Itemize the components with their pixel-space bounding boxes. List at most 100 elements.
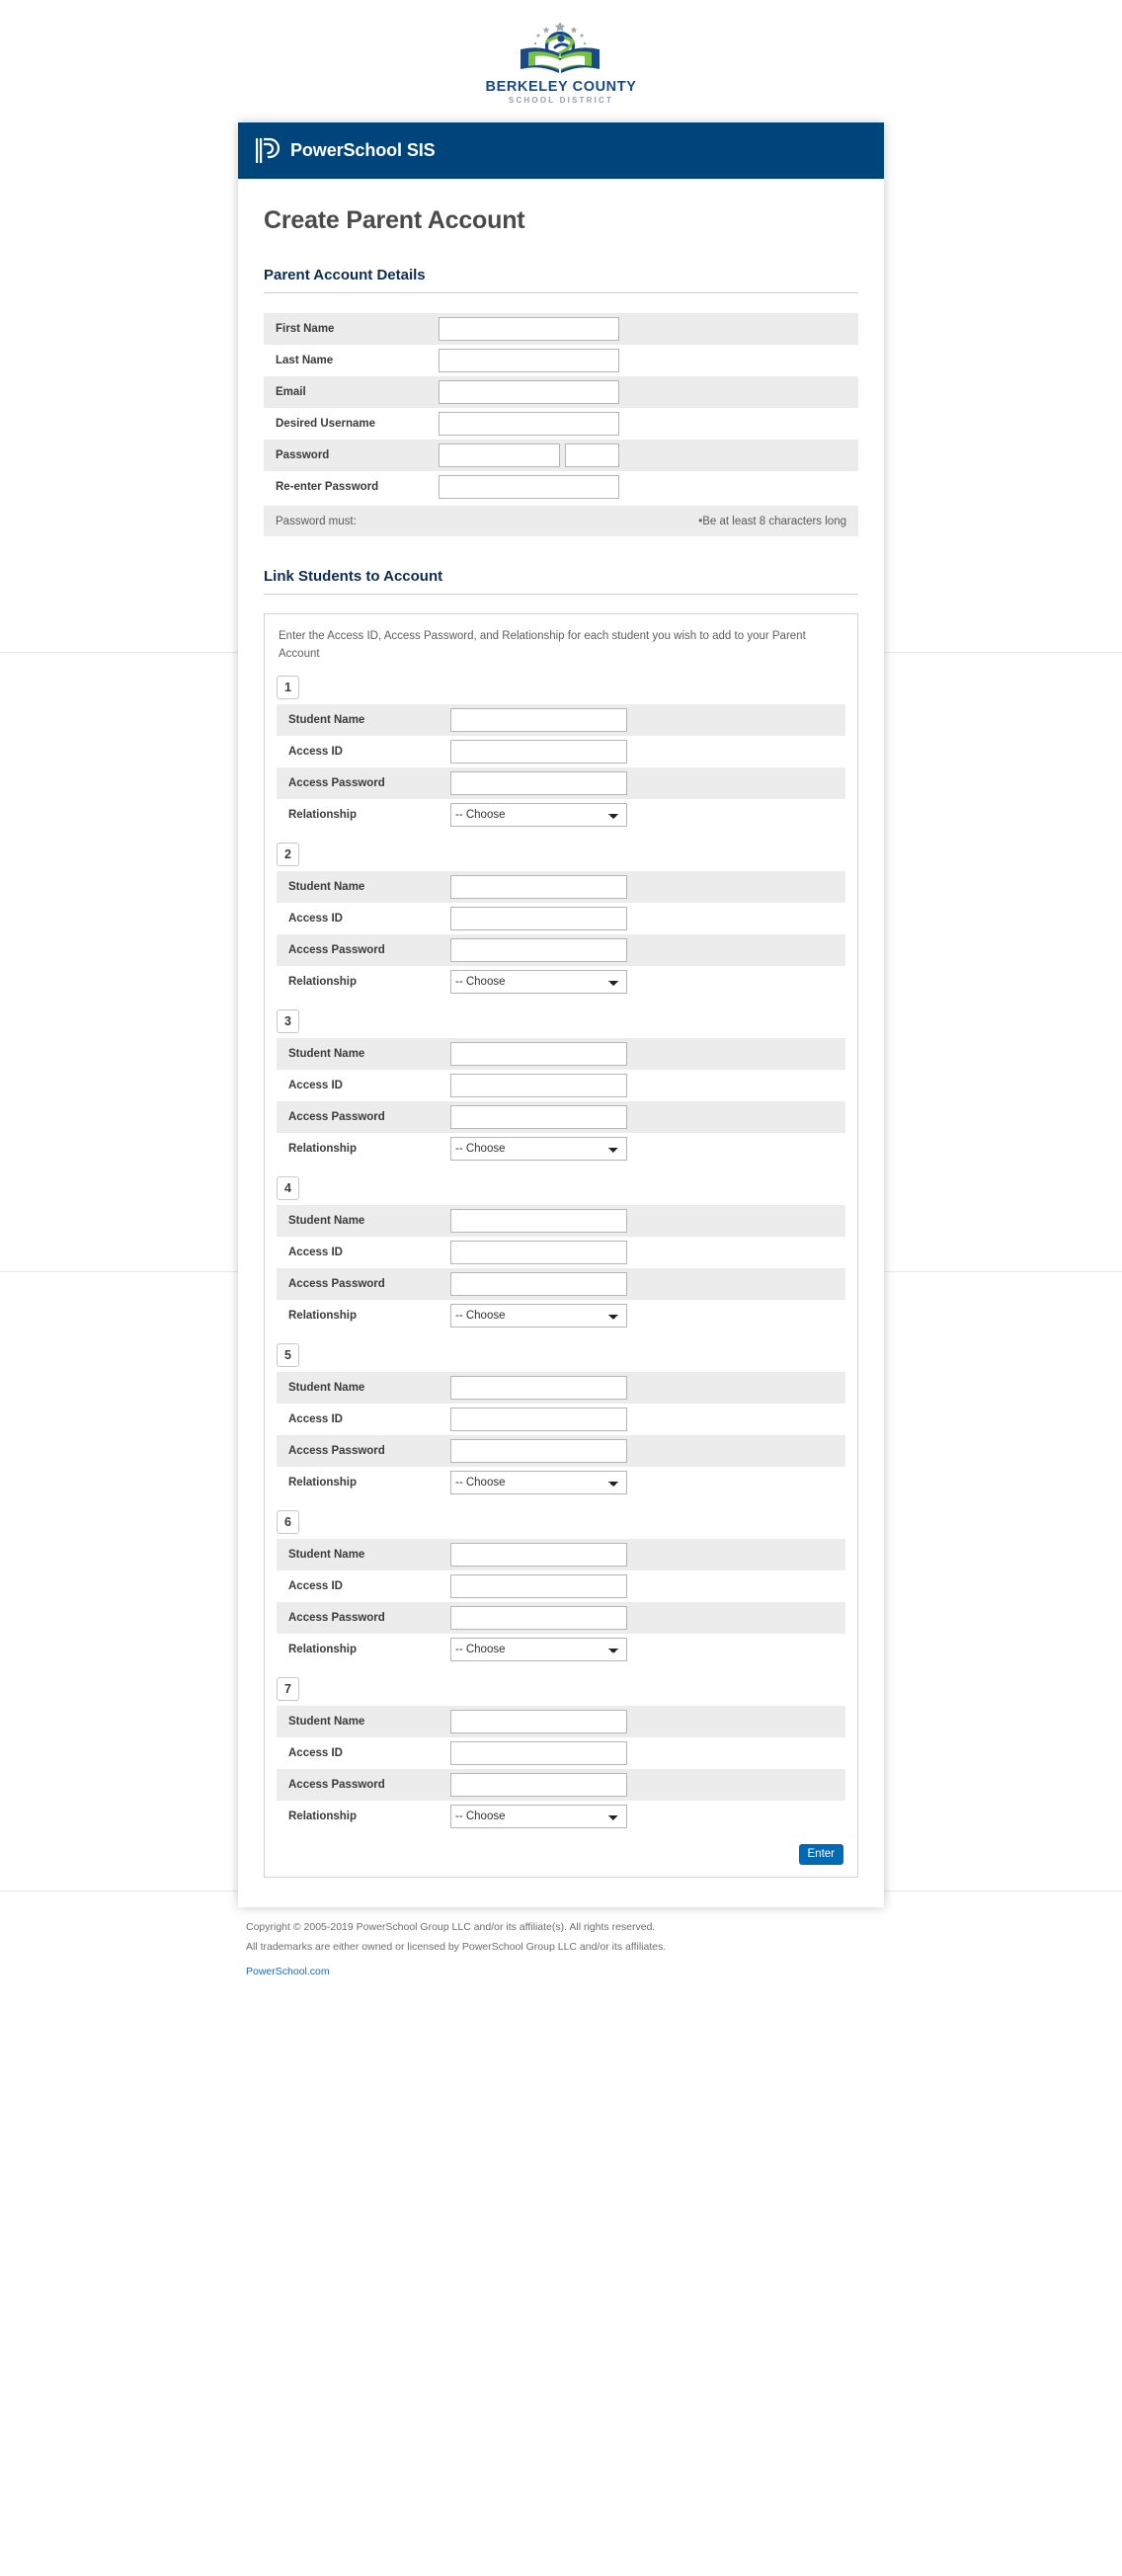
access-password-input[interactable] (450, 937, 627, 962)
first-name-input[interactable] (439, 317, 619, 341)
label-access-id: Access ID (288, 745, 343, 758)
relationship-select[interactable]: -- Choose (450, 1470, 627, 1494)
student-number-badge: 2 (277, 842, 299, 866)
control-student-name (450, 1372, 845, 1404)
field-row-student-name: Student Name (277, 1037, 845, 1070)
control-access-password (450, 934, 845, 966)
field-row-first-name: First Name (264, 313, 858, 345)
field-row-access-id: Access ID (277, 1070, 845, 1101)
field-row-access-password: Access Password (277, 1601, 845, 1634)
desired-username-input[interactable] (439, 412, 619, 436)
control-access-password (450, 1435, 845, 1467)
access-id-input[interactable] (450, 1740, 627, 1765)
link-students-panel: Enter the Access ID, Access Password, an… (264, 613, 858, 1878)
student-number-badge: 6 (277, 1509, 299, 1534)
password-requirements: Password must: •Be at least 8 characters… (264, 506, 858, 536)
relationship-select[interactable]: -- Choose (450, 1303, 627, 1328)
access-id-input[interactable] (450, 739, 627, 764)
district-logo: BERKELEY COUNTY SCHOOL DISTRICT (472, 20, 650, 105)
last-name-input[interactable] (439, 349, 619, 372)
powerschool-link[interactable]: PowerSchool.com (246, 1966, 330, 1977)
relationship-select[interactable]: -- Choose (450, 802, 627, 827)
label-student-name: Student Name (288, 1715, 365, 1728)
link-students-section-title: Link Students to Account (264, 568, 858, 595)
student-name-input[interactable] (450, 1208, 627, 1233)
field-row-access-password: Access Password (277, 933, 845, 966)
control-relationship: -- Choose (450, 1634, 845, 1665)
access-password-input[interactable] (450, 1271, 627, 1296)
access-id-input[interactable] (450, 1240, 627, 1264)
field-row-desired-username: Desired Username (264, 408, 858, 440)
field-row-access-password: Access Password (277, 1768, 845, 1801)
label-access-id: Access ID (288, 1746, 343, 1759)
page-root: BERKELEY COUNTY SCHOOL DISTRICT PowerSch… (0, 0, 1122, 2576)
student-block: 2 Student Name Access ID Access Password Rel… (277, 842, 845, 998)
students-container: 1 Student Name Access ID Access Password Rel… (277, 675, 845, 1832)
access-password-input[interactable] (450, 1605, 627, 1630)
label-desired-username: Desired Username (276, 418, 375, 430)
submit-row: Enter (277, 1843, 845, 1865)
field-row-access-password: Access Password (277, 766, 845, 799)
control-student-name (450, 1038, 845, 1070)
label-access-password: Access Password (288, 1778, 385, 1791)
access-password-input[interactable] (450, 1438, 627, 1463)
card-body: Create Parent Account Parent Account Det… (238, 179, 884, 1907)
label-access-password: Access Password (288, 776, 385, 789)
footer-trademarks: All trademarks are either owned or licen… (246, 1941, 667, 1954)
field-row-reenter-password: Re-enter Password (264, 471, 858, 503)
field-row-relationship: Relationship -- Choose (277, 799, 845, 831)
powerschool-header: PowerSchool SIS (238, 122, 884, 179)
student-name-input[interactable] (450, 1375, 627, 1400)
student-block: 7 Student Name Access ID Access Password Rel… (277, 1676, 845, 1832)
password-input[interactable] (439, 443, 560, 467)
password-requirement-item: •Be at least 8 characters long (698, 515, 846, 527)
control-relationship: -- Choose (450, 1300, 845, 1331)
field-row-access-id: Access ID (277, 1570, 845, 1602)
control-student-name (450, 704, 845, 736)
access-id-input[interactable] (450, 1573, 627, 1598)
powerschool-logo-icon (256, 137, 280, 163)
label-access-id: Access ID (288, 1246, 343, 1258)
link-students-intro: Enter the Access ID, Access Password, an… (279, 630, 806, 660)
access-id-input[interactable] (450, 906, 627, 930)
student-number-badge: 3 (277, 1008, 299, 1033)
parent-account-section-title: Parent Account Details (264, 267, 858, 293)
student-name-input[interactable] (450, 707, 627, 732)
field-row-student-name: Student Name (277, 1538, 845, 1570)
relationship-select[interactable]: -- Choose (450, 1804, 627, 1828)
page-title: Create Parent Account (264, 206, 525, 234)
access-password-input[interactable] (450, 1772, 627, 1797)
label-student-name: Student Name (288, 1047, 365, 1060)
enter-button[interactable]: Enter (798, 1843, 843, 1865)
student-name-input[interactable] (450, 1709, 627, 1733)
control-email (439, 376, 858, 408)
control-access-password (450, 1268, 845, 1300)
relationship-select[interactable]: -- Choose (450, 969, 627, 994)
field-row-last-name: Last Name (264, 345, 858, 376)
field-row-relationship: Relationship -- Choose (277, 1133, 845, 1165)
district-logo-name: BERKELEY COUNTY (485, 79, 637, 95)
label-relationship: Relationship (288, 1643, 358, 1655)
label-access-password: Access Password (288, 1444, 385, 1457)
label-access-password: Access Password (288, 1611, 385, 1624)
control-desired-username (439, 408, 858, 440)
field-row-relationship: Relationship -- Choose (277, 966, 845, 998)
control-access-id (450, 1404, 845, 1435)
student-name-input[interactable] (450, 1041, 627, 1066)
field-row-access-password: Access Password (277, 1267, 845, 1300)
email-input[interactable] (439, 380, 619, 404)
access-password-input[interactable] (450, 1104, 627, 1129)
student-name-input[interactable] (450, 874, 627, 899)
district-logo-subtitle: SCHOOL DISTRICT (508, 96, 614, 105)
access-password-input[interactable] (450, 770, 627, 795)
field-row-relationship: Relationship -- Choose (277, 1634, 845, 1665)
access-id-input[interactable] (450, 1407, 627, 1431)
relationship-select[interactable]: -- Choose (450, 1136, 627, 1161)
reenter-password-input[interactable] (439, 475, 619, 499)
label-reenter-password: Re-enter Password (276, 481, 379, 493)
field-row-access-id: Access ID (277, 903, 845, 934)
relationship-select[interactable]: -- Choose (450, 1637, 627, 1661)
access-id-input[interactable] (450, 1073, 627, 1097)
student-name-input[interactable] (450, 1542, 627, 1567)
label-student-name: Student Name (288, 713, 365, 726)
